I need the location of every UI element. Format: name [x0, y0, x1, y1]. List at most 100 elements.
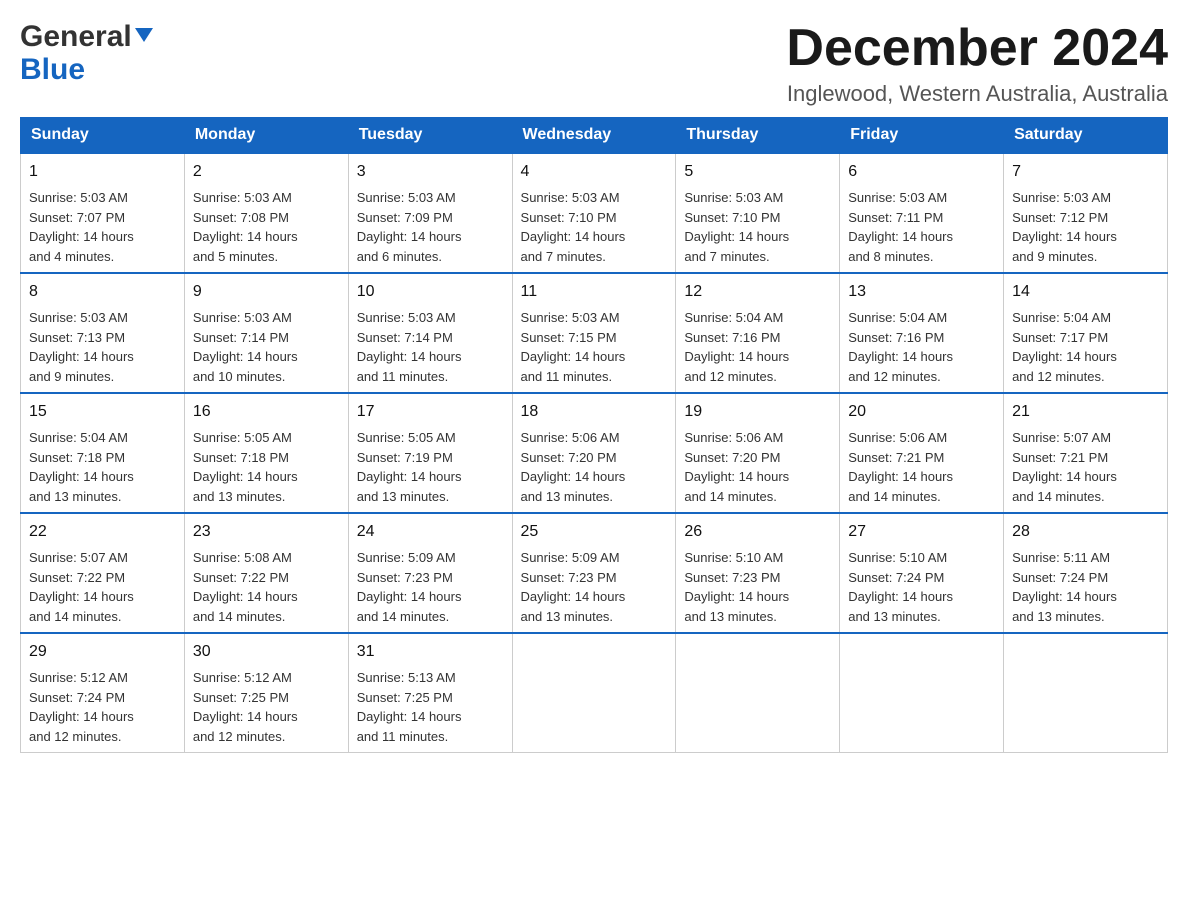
page-header: General Blue December 2024 Inglewood, We…	[20, 20, 1168, 107]
daylight-minutes-detail: and 6 minutes.	[357, 249, 442, 264]
calendar-cell: 26Sunrise: 5:10 AMSunset: 7:23 PMDayligh…	[676, 513, 840, 633]
calendar-cell: 2Sunrise: 5:03 AMSunset: 7:08 PMDaylight…	[184, 153, 348, 273]
daylight-minutes-detail: and 9 minutes.	[29, 369, 114, 384]
day-number: 27	[848, 520, 995, 544]
daylight-minutes-detail: and 11 minutes.	[357, 729, 449, 744]
daylight-minutes-detail: and 14 minutes.	[1012, 489, 1105, 504]
daylight-minutes-detail: and 13 minutes.	[848, 609, 941, 624]
day-number: 19	[684, 400, 831, 424]
daylight-minutes-detail: and 14 minutes.	[29, 609, 122, 624]
day-number: 28	[1012, 520, 1159, 544]
calendar-cell: 4Sunrise: 5:03 AMSunset: 7:10 PMDaylight…	[512, 153, 676, 273]
calendar-cell: 3Sunrise: 5:03 AMSunset: 7:09 PMDaylight…	[348, 153, 512, 273]
logo-general-text: General	[20, 20, 132, 53]
day-number: 13	[848, 280, 995, 304]
sunset-label: Sunset: 7:18 PM	[193, 450, 289, 465]
daylight-hours: Daylight: 14 hours	[357, 349, 462, 364]
header-wednesday: Wednesday	[512, 118, 676, 154]
sunset-label: Sunset: 7:13 PM	[29, 330, 125, 345]
sunrise-label: Sunrise: 5:05 AM	[193, 430, 292, 445]
day-number: 8	[29, 280, 176, 304]
sunset-label: Sunset: 7:12 PM	[1012, 210, 1108, 225]
day-number: 25	[521, 520, 668, 544]
sunrise-label: Sunrise: 5:03 AM	[521, 310, 620, 325]
header-tuesday: Tuesday	[348, 118, 512, 154]
sunset-label: Sunset: 7:07 PM	[29, 210, 125, 225]
calendar-cell: 23Sunrise: 5:08 AMSunset: 7:22 PMDayligh…	[184, 513, 348, 633]
sunrise-label: Sunrise: 5:04 AM	[29, 430, 128, 445]
calendar-cell: 28Sunrise: 5:11 AMSunset: 7:24 PMDayligh…	[1004, 513, 1168, 633]
day-number: 31	[357, 640, 504, 664]
calendar-cell: 29Sunrise: 5:12 AMSunset: 7:24 PMDayligh…	[21, 633, 185, 753]
sunset-label: Sunset: 7:24 PM	[848, 570, 944, 585]
sunrise-label: Sunrise: 5:03 AM	[684, 190, 783, 205]
calendar-cell: 16 Sunrise: 5:05 AM Sunset: 7:18 PM Dayligh…	[184, 393, 348, 513]
sunset-label: Sunset: 7:21 PM	[1012, 450, 1108, 465]
calendar-cell	[676, 633, 840, 753]
sunset-label: Sunset: 7:23 PM	[357, 570, 453, 585]
daylight-minutes-detail: and 12 minutes.	[1012, 369, 1105, 384]
day-number: 16	[193, 400, 340, 424]
sunrise-label: Sunrise: 5:06 AM	[521, 430, 620, 445]
calendar-cell	[1004, 633, 1168, 753]
sunrise-label: Sunrise: 5:05 AM	[357, 430, 456, 445]
calendar-cell: 8Sunrise: 5:03 AMSunset: 7:13 PMDaylight…	[21, 273, 185, 393]
sunset-label: Sunset: 7:09 PM	[357, 210, 453, 225]
day-number: 17	[357, 400, 504, 424]
sunrise-label: Sunrise: 5:03 AM	[29, 310, 128, 325]
calendar-cell: 20Sunrise: 5:06 AMSunset: 7:21 PMDayligh…	[840, 393, 1004, 513]
daylight-minutes-detail: and 11 minutes.	[521, 369, 613, 384]
sunset-label: Sunset: 7:19 PM	[357, 450, 453, 465]
title-area: December 2024 Inglewood, Western Austral…	[786, 20, 1168, 107]
daylight-hours: Daylight: 14 hours	[848, 589, 953, 604]
daylight-minutes-detail: and 13 minutes.	[357, 489, 450, 504]
header-friday: Friday	[840, 118, 1004, 154]
calendar-cell: 6Sunrise: 5:03 AMSunset: 7:11 PMDaylight…	[840, 153, 1004, 273]
sunrise-label: Sunrise: 5:06 AM	[848, 430, 947, 445]
daylight-hours: Daylight: 14 hours	[357, 469, 462, 484]
day-number: 12	[684, 280, 831, 304]
daylight-minutes-detail: and 13 minutes.	[684, 609, 777, 624]
daylight-minutes-detail: and 9 minutes.	[1012, 249, 1097, 264]
calendar-header: Sunday Monday Tuesday Wednesday Thursday…	[21, 118, 1168, 154]
sunset-label: Sunset: 7:23 PM	[521, 570, 617, 585]
daylight-hours: Daylight: 14 hours	[193, 469, 298, 484]
day-number: 30	[193, 640, 340, 664]
daylight-hours: Daylight: 14 hours	[521, 589, 626, 604]
sunrise-label: Sunrise: 5:04 AM	[1012, 310, 1111, 325]
sunset-label: Sunset: 7:20 PM	[684, 450, 780, 465]
daylight-hours: Daylight: 14 hours	[521, 469, 626, 484]
sunrise-label: Sunrise: 5:03 AM	[29, 190, 128, 205]
sunset-label: Sunset: 7:17 PM	[1012, 330, 1108, 345]
day-number: 6	[848, 160, 995, 184]
sunset-label: Sunset: 7:22 PM	[193, 570, 289, 585]
calendar-cell: 18Sunrise: 5:06 AMSunset: 7:20 PMDayligh…	[512, 393, 676, 513]
sunrise-label: Sunrise: 5:08 AM	[193, 550, 292, 565]
calendar-cell: 25Sunrise: 5:09 AMSunset: 7:23 PMDayligh…	[512, 513, 676, 633]
daylight-minutes-detail: and 13 minutes.	[193, 489, 286, 504]
month-title: December 2024	[786, 20, 1168, 77]
daylight-hours: Daylight: 14 hours	[357, 229, 462, 244]
sunrise-label: Sunrise: 5:03 AM	[193, 310, 292, 325]
calendar-cell: 1Sunrise: 5:03 AMSunset: 7:07 PMDaylight…	[21, 153, 185, 273]
daylight-hours: Daylight: 14 hours	[193, 709, 298, 724]
header-monday: Monday	[184, 118, 348, 154]
sunset-label: Sunset: 7:20 PM	[521, 450, 617, 465]
calendar-cell: 24Sunrise: 5:09 AMSunset: 7:23 PMDayligh…	[348, 513, 512, 633]
daylight-minutes-detail: and 12 minutes.	[193, 729, 286, 744]
calendar-cell	[840, 633, 1004, 753]
daylight-hours: Daylight: 14 hours	[684, 229, 789, 244]
calendar-cell: 21Sunrise: 5:07 AMSunset: 7:21 PMDayligh…	[1004, 393, 1168, 513]
calendar-cell: 12Sunrise: 5:04 AMSunset: 7:16 PMDayligh…	[676, 273, 840, 393]
sunrise-label: Sunrise: 5:12 AM	[193, 670, 292, 685]
day-number: 4	[521, 160, 668, 184]
daylight-hours: Daylight: 14 hours	[357, 709, 462, 724]
day-number: 20	[848, 400, 995, 424]
sunset-label: Sunset: 7:24 PM	[29, 690, 125, 705]
daylight-minutes-detail: and 10 minutes.	[193, 369, 286, 384]
sunset-label: Sunset: 7:21 PM	[848, 450, 944, 465]
daylight-minutes-detail: and 13 minutes.	[521, 609, 614, 624]
daylight-hours: Daylight: 14 hours	[29, 709, 134, 724]
calendar-cell: 5Sunrise: 5:03 AMSunset: 7:10 PMDaylight…	[676, 153, 840, 273]
daylight-minutes-detail: and 13 minutes.	[29, 489, 122, 504]
